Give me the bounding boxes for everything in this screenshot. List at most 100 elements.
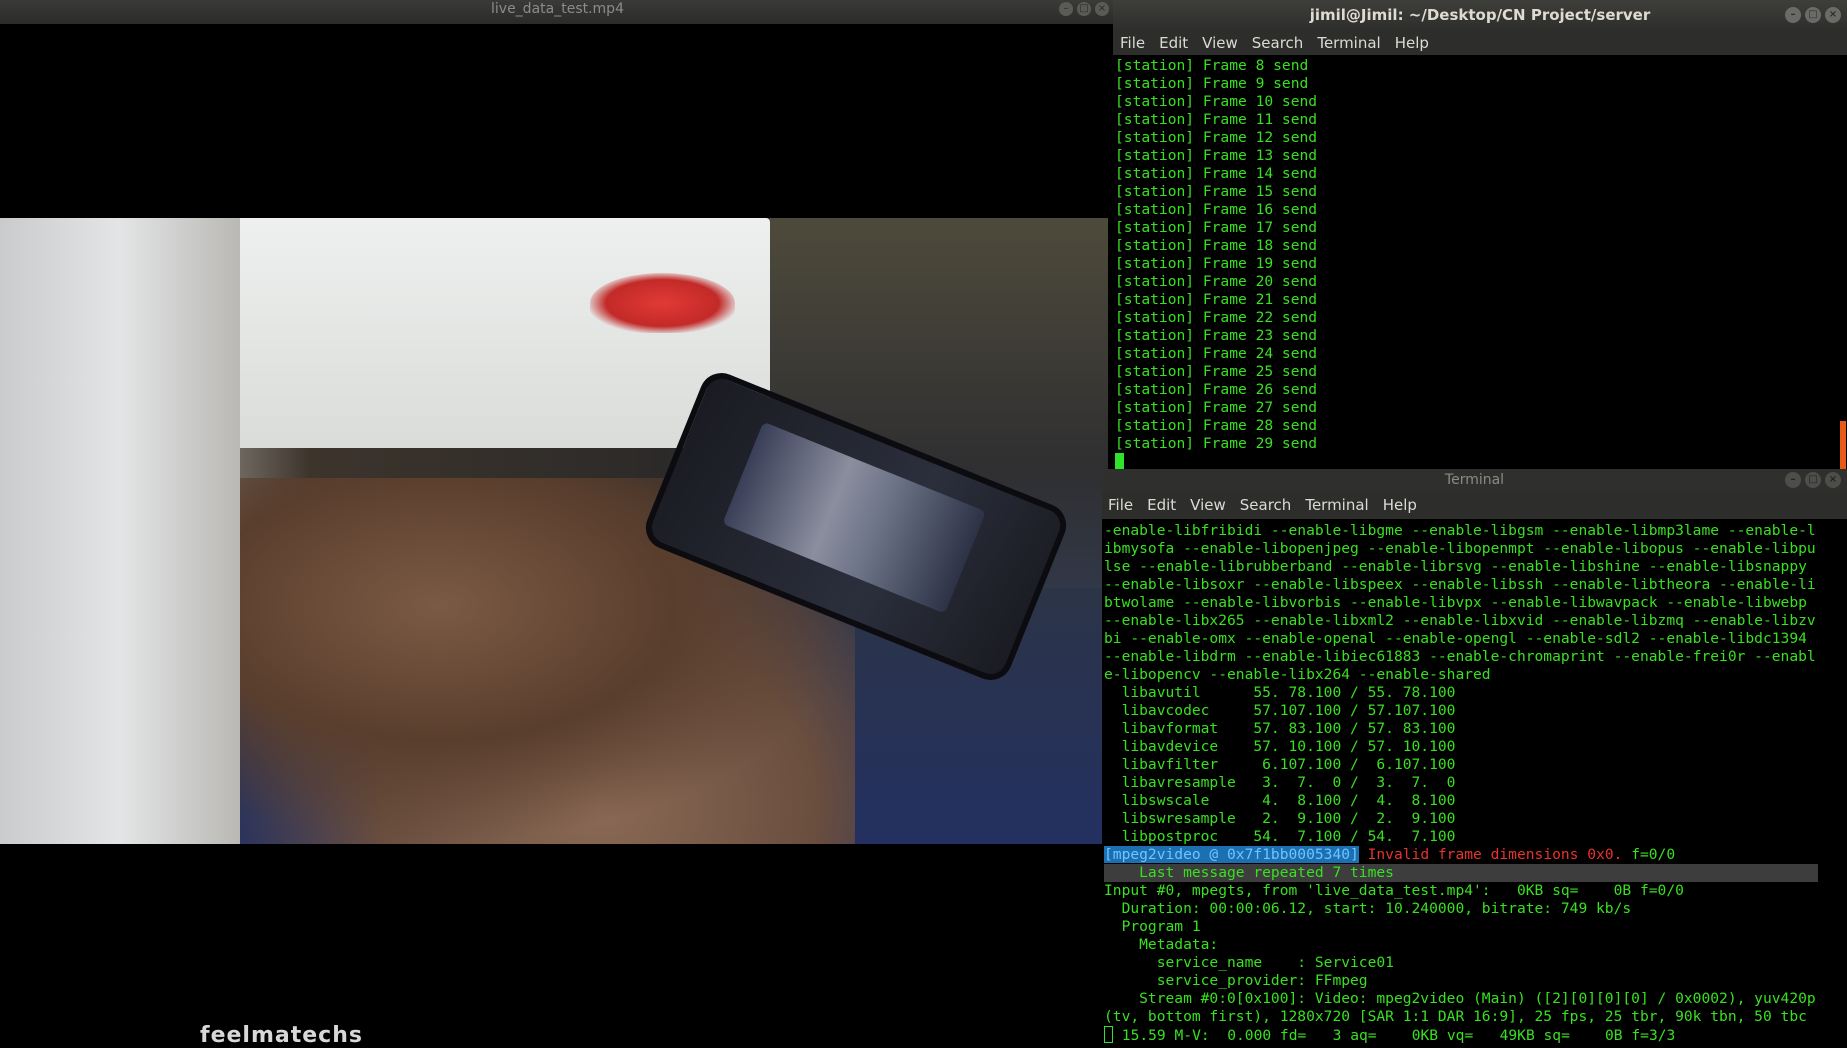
output-line: [station] Frame 11 send (1115, 111, 1318, 128)
menu-view[interactable]: View (1190, 496, 1226, 514)
lib-version-line: libavfilter 6.107.100 / 6.107.100 (1104, 756, 1456, 773)
output-line: [station] Frame 25 send (1115, 363, 1318, 380)
video-titlebar[interactable]: live_data_test.mp4 – □ × (0, 0, 1115, 24)
menu-help[interactable]: Help (1383, 496, 1417, 514)
output-line: [station] Frame 17 send (1115, 219, 1318, 236)
close-icon[interactable]: × (1825, 472, 1841, 488)
menu-edit[interactable]: Edit (1159, 34, 1188, 52)
info-line: Stream #0:0[0x100]: Video: mpeg2video (M… (1104, 990, 1816, 1007)
lib-version-line: libswscale 4. 8.100 / 4. 8.100 (1104, 792, 1456, 809)
output-line: [station] Frame 23 send (1115, 327, 1318, 344)
config-line: -enable-libfribidi --enable-libgme --ena… (1104, 522, 1816, 539)
video-window-controls: – □ × (1059, 2, 1109, 16)
output-line: [station] Frame 21 send (1115, 291, 1318, 308)
terminal-server-title: jimil@Jimil: ~/Desktop/CN Project/server (1309, 6, 1651, 24)
config-line: --enable-libsoxr --enable-libspeex --ena… (1104, 576, 1816, 593)
info-line: Duration: 00:00:06.12, start: 10.240000,… (1104, 900, 1632, 917)
scrollbar-thumb[interactable] (1840, 421, 1846, 472)
terminal-ffplay-title: Terminal (1444, 472, 1505, 488)
repeat-message: Last message repeated 7 times (1104, 864, 1818, 882)
menu-search[interactable]: Search (1252, 34, 1304, 52)
output-line: [station] Frame 14 send (1115, 165, 1318, 182)
output-line: [station] Frame 9 send (1115, 75, 1309, 92)
playback-status: 15.59 M-V: 0.000 fd= 3 aq= 0KB vq= 49KB … (1113, 1027, 1676, 1044)
maximize-icon[interactable]: □ (1805, 472, 1821, 488)
video-player-window: live_data_test.mp4 – □ × feelmatechs (0, 0, 1115, 1048)
text-cursor (1115, 453, 1124, 470)
output-line: [station] Frame 12 send (1115, 129, 1318, 146)
terminal-ffplay-output[interactable]: -enable-libfribidi --enable-libgme --ena… (1102, 519, 1847, 1044)
menu-search[interactable]: Search (1240, 496, 1292, 514)
info-line: Metadata: (1104, 936, 1219, 953)
output-line: [station] Frame 27 send (1115, 399, 1318, 416)
video-sleeve (0, 218, 240, 844)
terminal-ffplay-window: Terminal – □ × File Edit View Search Ter… (1102, 469, 1847, 1044)
output-line: [station] Frame 29 send (1115, 435, 1318, 452)
terminal-server-window: jimil@Jimil: ~/Desktop/CN Project/server… (1113, 0, 1847, 472)
output-line: [station] Frame 28 send (1115, 417, 1318, 434)
lib-version-line: libswresample 2. 9.100 / 2. 9.100 (1104, 810, 1456, 827)
error-tail: f=0/0 (1622, 846, 1676, 863)
config-line: btwolame --enable-libvorbis --enable-lib… (1104, 594, 1807, 611)
output-line: [station] Frame 20 send (1115, 273, 1318, 290)
maximize-icon[interactable]: □ (1077, 2, 1091, 16)
config-line: --enable-libdrm --enable-libiec61883 --e… (1104, 648, 1816, 665)
terminal-ffplay-window-controls: – □ × (1785, 472, 1841, 488)
output-line: [station] Frame 22 send (1115, 309, 1318, 326)
terminal-ffplay-menubar: File Edit View Search Terminal Help (1102, 491, 1847, 519)
error-line: [mpeg2video @ 0x7f1bb0005340] Invalid fr… (1104, 846, 1847, 864)
output-line: [station] Frame 24 send (1115, 345, 1318, 362)
menu-help[interactable]: Help (1395, 34, 1429, 52)
menu-file[interactable]: File (1120, 34, 1145, 52)
lib-version-line: libavutil 55. 78.100 / 55. 78.100 (1104, 684, 1456, 701)
menu-view[interactable]: View (1202, 34, 1238, 52)
minimize-icon[interactable]: – (1059, 2, 1073, 16)
menu-file[interactable]: File (1108, 496, 1133, 514)
lib-version-line: libpostproc 54. 7.100 / 54. 7.100 (1104, 828, 1456, 845)
close-icon[interactable]: × (1825, 7, 1841, 23)
terminal-ffplay-titlebar[interactable]: Terminal – □ × (1102, 469, 1847, 491)
lib-version-line: libavresample 3. 7. 0 / 3. 7. 0 (1104, 774, 1456, 791)
minimize-icon[interactable]: – (1785, 7, 1801, 23)
repeat-line: Last message repeated 7 times (1104, 864, 1847, 882)
terminal-server-window-controls: – □ × (1785, 7, 1841, 23)
output-line: [station] Frame 13 send (1115, 147, 1318, 164)
output-line: [station] Frame 19 send (1115, 255, 1318, 272)
menu-terminal[interactable]: Terminal (1305, 496, 1368, 514)
output-line: [station] Frame 8 send (1115, 57, 1309, 74)
output-line: [station] Frame 16 send (1115, 201, 1318, 218)
video-overlay-text: feelmatechs (200, 1023, 363, 1048)
lib-version-line: libavformat 57. 83.100 / 57. 83.100 (1104, 720, 1456, 737)
terminal-server-menubar: File Edit View Search Terminal Help (1113, 30, 1847, 55)
minimize-icon[interactable]: – (1785, 472, 1801, 488)
info-line: service_provider: FFmpeg (1104, 972, 1368, 989)
info-line: Input #0, mpegts, from 'live_data_test.m… (1104, 882, 1684, 899)
video-red-car (590, 273, 735, 333)
close-icon[interactable]: × (1095, 2, 1109, 16)
info-line: service_name : Service01 (1104, 954, 1394, 971)
output-line: [station] Frame 26 send (1115, 381, 1318, 398)
output-line: [station] Frame 18 send (1115, 237, 1318, 254)
lib-version-line: libavcodec 57.107.100 / 57.107.100 (1104, 702, 1456, 719)
output-line: [station] Frame 15 send (1115, 183, 1318, 200)
info-line: (tv, bottom first), 1280x720 [SAR 1:1 DA… (1104, 1008, 1807, 1025)
status-line: 15.59 M-V: 0.000 fd= 3 aq= 0KB vq= 49KB … (1104, 1026, 1847, 1044)
error-message: Invalid frame dimensions 0x0. (1358, 846, 1623, 863)
terminal-server-titlebar[interactable]: jimil@Jimil: ~/Desktop/CN Project/server… (1113, 0, 1847, 30)
config-line: lse --enable-librubberband --enable-libr… (1104, 558, 1807, 575)
lib-version-line: libavdevice 57. 10.100 / 57. 10.100 (1104, 738, 1456, 755)
terminal-server-output[interactable]: [station] Frame 8 send [station] Frame 9 … (1113, 55, 1847, 472)
config-line: bi --enable-omx --enable-openal --enable… (1104, 630, 1807, 647)
text-cursor (1104, 1026, 1113, 1043)
maximize-icon[interactable]: □ (1805, 7, 1821, 23)
config-line: e-libopencv --enable-libx264 --enable-sh… (1104, 666, 1491, 683)
error-source-tag: [mpeg2video @ 0x7f1bb0005340] (1104, 846, 1359, 863)
menu-terminal[interactable]: Terminal (1317, 34, 1380, 52)
output-line: [station] Frame 10 send (1115, 93, 1318, 110)
config-line: ibmysofa --enable-libopenjpeg --enable-l… (1104, 540, 1816, 557)
video-tv-screen (195, 218, 770, 448)
menu-edit[interactable]: Edit (1147, 496, 1176, 514)
video-frame[interactable] (0, 218, 1108, 844)
config-line: --enable-libx265 --enable-libxml2 --enab… (1104, 612, 1816, 629)
info-line: Program 1 (1104, 918, 1201, 935)
